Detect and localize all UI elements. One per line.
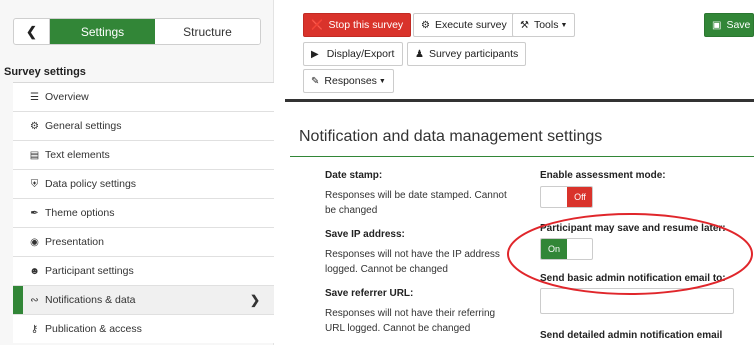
sidebar-tabs: ❮ Settings Structure [13,18,261,45]
sidebar-item-notifications-data[interactable]: ∾ Notifications & data ❯ [13,285,274,314]
gears-icon: ⚙ [30,120,39,132]
save-ip-label: Save IP address: [325,229,405,240]
detailed-email-label: Send detailed admin notification email [540,330,723,341]
sidebar-item-presentation[interactable]: ◉ Presentation [13,227,274,256]
left-settings-column: Date stamp: Responses will be date stamp… [325,170,515,336]
save-resume-label: Participant may save and resume later: [540,223,726,234]
eye-slash-icon: ◉ [30,236,39,248]
tab-structure[interactable]: Structure [155,19,260,44]
display-export-button[interactable]: ▶ Display/Export [303,42,403,66]
assessment-mode-toggle[interactable]: Off [540,186,593,208]
sidebar: ❮ Settings Structure Survey settings ☰ O… [0,0,274,345]
folder-open-icon: ▶ [311,48,319,60]
sidebar-item-text-elements[interactable]: ▤ Text elements [13,140,274,169]
basic-email-label: Send basic admin notification email to: [540,273,726,284]
sidebar-heading: Survey settings [4,66,86,78]
tab-settings[interactable]: Settings [50,19,155,44]
page-title: Notification and data management setting… [299,128,603,145]
execute-survey-button[interactable]: ⚙ Execute survey [413,13,515,37]
document-icon: ▤ [29,149,40,161]
save-referrer-text: Responses will not have their referring … [325,308,496,334]
survey-toolbar: ❌ Stop this survey ⚙ Execute survey ⚒ To… [285,0,754,102]
survey-participants-button[interactable]: ♟ Survey participants [407,42,527,66]
sidebar-item-participant-settings[interactable]: ☻ Participant settings [13,256,274,285]
chevron-right-icon: ❯ [249,293,260,307]
wrench-icon: ⚒ [520,19,529,31]
sidebar-item-general-settings[interactable]: ⚙ General settings [13,111,274,140]
stop-survey-button[interactable]: ❌ Stop this survey [303,13,412,37]
title-divider [290,156,754,157]
toggle-on-state: On [541,239,567,259]
stop-icon: ❌ [311,19,324,31]
sidebar-item-overview[interactable]: ☰ Overview [13,82,274,111]
floppy-disk-icon: ▣ [712,19,722,31]
basic-email-input[interactable] [540,288,734,314]
shield-icon: ⛨ [30,178,39,190]
key-icon: ⚷ [30,323,39,335]
sidebar-menu: ☰ Overview ⚙ General settings ▤ Text ele… [13,82,274,343]
date-stamp-text: Responses will be date stamped. Cannot b… [325,190,507,216]
caret-down-icon: ▼ [378,77,386,85]
sidebar-item-publication-access[interactable]: ⚷ Publication & access [13,314,274,343]
cog-icon: ⚙ [421,19,430,31]
users-icon: ☻ [29,265,40,277]
tools-dropdown-button[interactable]: ⚒ Tools ▼ [512,13,576,37]
collapse-sidebar-button[interactable]: ❮ [14,19,50,44]
sidebar-item-theme-options[interactable]: ✒ Theme options [13,198,274,227]
user-icon: ♟ [415,48,424,60]
save-ip-text: Responses will not have the IP address l… [325,249,500,275]
save-referrer-label: Save referrer URL: [325,288,414,299]
save-button[interactable]: ▣ Save [704,13,754,37]
toggle-off-state: Off [567,187,592,207]
chevron-left-icon: ❮ [26,23,37,39]
rss-icon: ∾ [30,294,39,306]
comments-icon: ✎ [311,75,320,87]
assessment-mode-label: Enable assessment mode: [540,170,666,181]
save-resume-toggle[interactable]: On [540,238,593,260]
date-stamp-label: Date stamp: [325,170,383,181]
responses-dropdown-button[interactable]: ✎ Responses ▼ [303,69,394,93]
list-icon: ☰ [30,91,39,103]
caret-down-icon: ▼ [560,21,568,29]
brush-icon: ✒ [30,207,39,219]
sidebar-item-data-policy-settings[interactable]: ⛨ Data policy settings [13,169,274,198]
